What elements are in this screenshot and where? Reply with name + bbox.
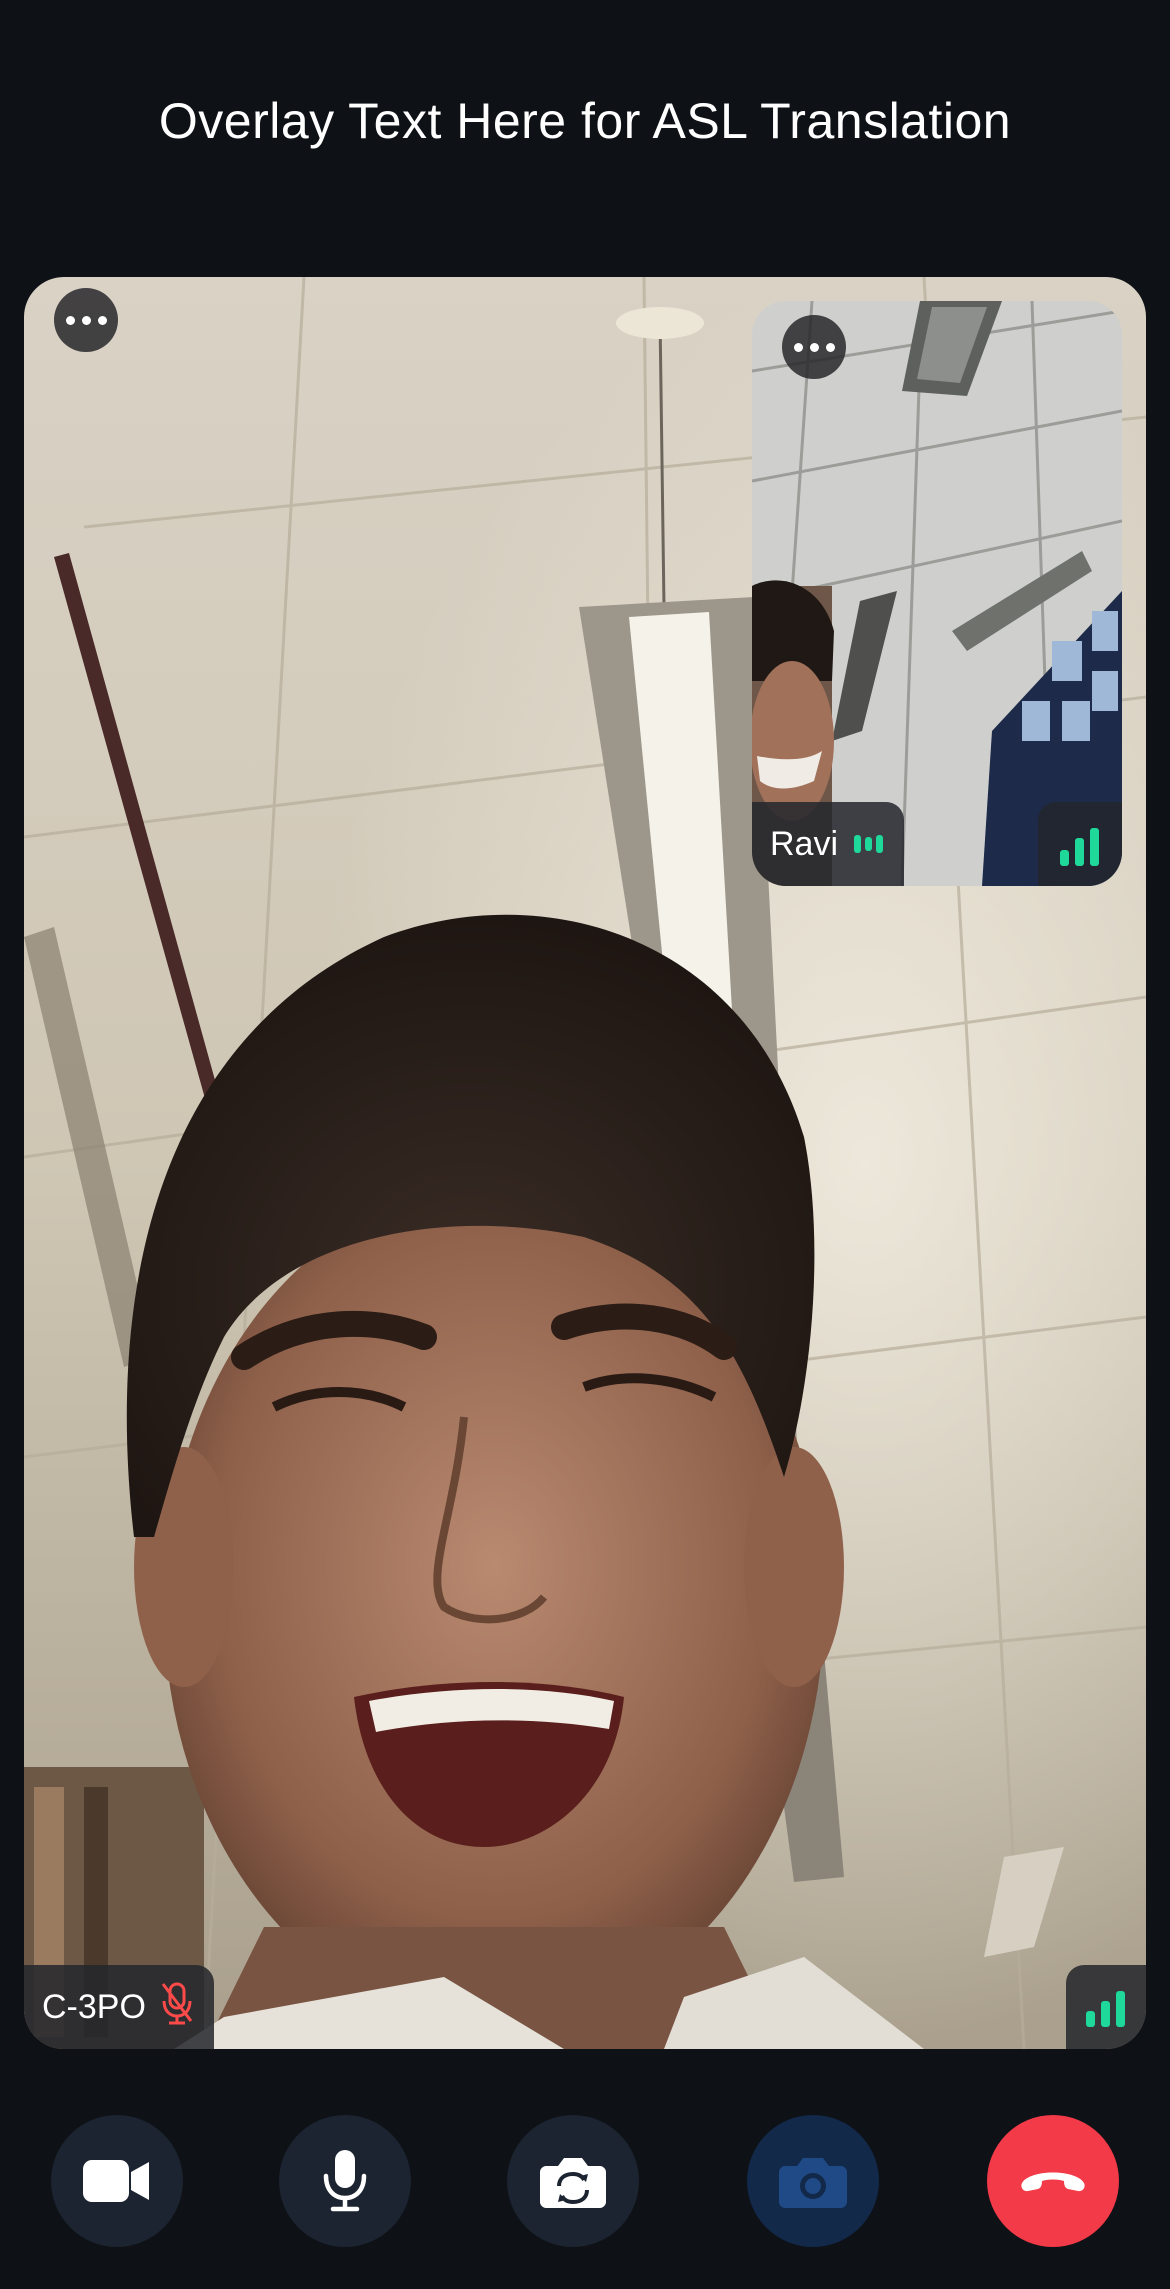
end-call-button[interactable] bbox=[987, 2115, 1119, 2247]
more-horizontal-icon bbox=[793, 342, 835, 352]
participant-name: Ravi bbox=[770, 824, 839, 863]
phone-hangup-icon bbox=[1021, 2172, 1085, 2192]
pip-more-options-button[interactable] bbox=[782, 315, 846, 379]
camera-toggle-button[interactable] bbox=[51, 2115, 183, 2247]
camera-switch-icon bbox=[540, 2158, 606, 2208]
asl-overlay-text: Overlay Text Here for ASL Translation bbox=[158, 93, 1012, 149]
signal-strength-icon bbox=[1060, 828, 1099, 866]
call-controls-bar bbox=[0, 2115, 1170, 2247]
mic-toggle-button[interactable] bbox=[279, 2115, 411, 2247]
pip-signal-indicator bbox=[1038, 802, 1122, 886]
participant-name: C-3PO bbox=[42, 1987, 146, 2026]
more-horizontal-icon bbox=[65, 315, 107, 325]
pip-video-tile[interactable]: Ravi bbox=[752, 301, 1122, 886]
screenshot-button[interactable] bbox=[747, 2115, 879, 2247]
main-signal-indicator bbox=[1066, 1965, 1146, 2049]
flip-camera-button[interactable] bbox=[507, 2115, 639, 2247]
camera-icon bbox=[779, 2158, 847, 2208]
audio-level-icon bbox=[852, 825, 886, 864]
pip-video-feed bbox=[752, 301, 1122, 886]
video-camera-icon bbox=[83, 2160, 149, 2202]
pip-participant-name-tag: Ravi bbox=[752, 802, 905, 886]
microphone-icon bbox=[323, 2150, 367, 2212]
signal-strength-icon bbox=[1086, 1991, 1125, 2027]
main-more-options-button[interactable] bbox=[54, 288, 118, 352]
main-participant-name-tag: C-3PO bbox=[24, 1965, 214, 2049]
mic-muted-icon bbox=[160, 1981, 194, 2034]
